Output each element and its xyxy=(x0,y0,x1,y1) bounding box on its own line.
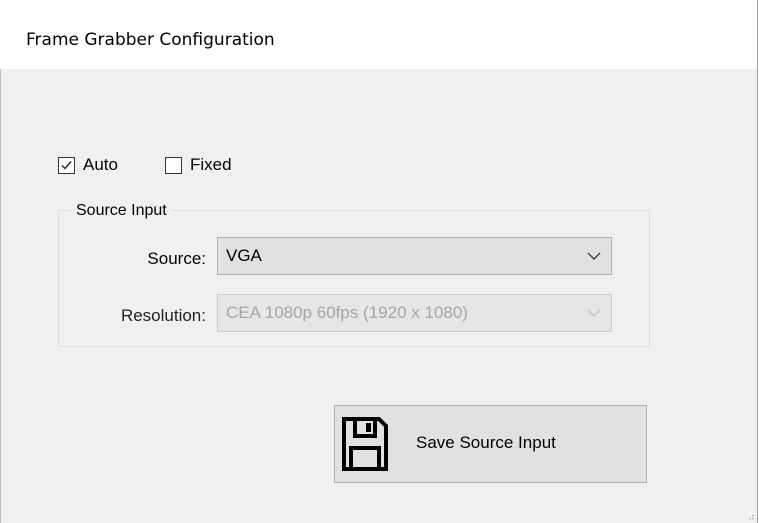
source-label: Source: xyxy=(147,249,206,268)
config-window: Frame Grabber Configuration Auto Fixed S… xyxy=(0,0,758,523)
window-left-border xyxy=(0,0,1,523)
floppy-disk-icon xyxy=(342,417,388,471)
chevron-down-icon xyxy=(587,252,601,260)
chevron-down-icon xyxy=(587,309,601,317)
source-dropdown[interactable]: VGA xyxy=(217,237,612,275)
resolution-dropdown[interactable]: CEA 1080p 60fps (1920 x 1080) xyxy=(217,294,612,332)
resolution-dropdown-value: CEA 1080p 60fps (1920 x 1080) xyxy=(226,303,468,322)
checkmark-icon xyxy=(61,160,72,170)
title-bar: Frame Grabber Configuration xyxy=(0,0,757,69)
save-source-input-button[interactable]: Save Source Input xyxy=(334,405,647,483)
auto-checkbox-label[interactable]: Auto xyxy=(83,155,118,175)
save-source-input-label[interactable]: Save Source Input xyxy=(416,433,556,453)
source-input-group-label: Source Input xyxy=(72,202,171,220)
auto-checkbox[interactable]: Auto xyxy=(58,154,118,176)
window-title: Frame Grabber Configuration xyxy=(26,30,275,50)
fixed-checkbox-box[interactable] xyxy=(165,156,182,174)
fixed-checkbox-label[interactable]: Fixed xyxy=(190,155,232,175)
source-dropdown-value: VGA xyxy=(226,246,262,265)
resize-grip-icon[interactable] xyxy=(746,512,754,520)
resolution-label: Resolution: xyxy=(120,306,206,325)
auto-checkbox-box[interactable] xyxy=(58,156,75,174)
fixed-checkbox[interactable]: Fixed xyxy=(165,154,232,176)
